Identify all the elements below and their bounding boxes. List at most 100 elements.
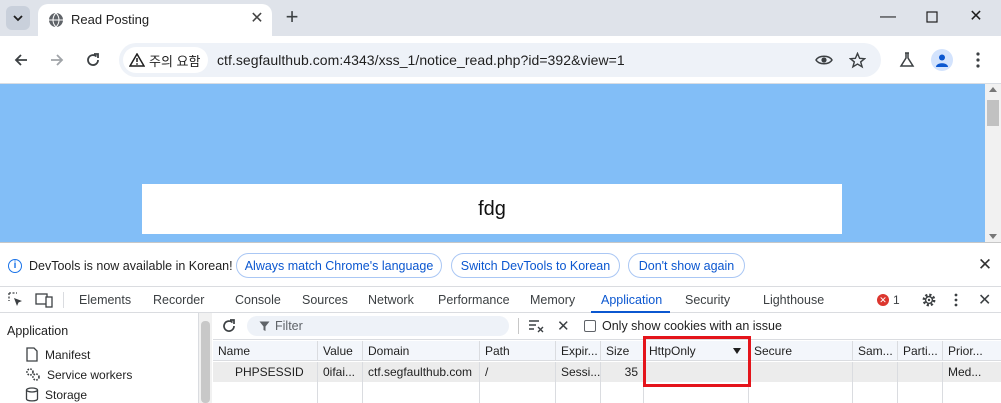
maximize-button[interactable] bbox=[921, 7, 943, 29]
close-window-button[interactable]: ✕ bbox=[965, 7, 987, 27]
reload-icon bbox=[87, 53, 99, 66]
settings-gear-icon[interactable] bbox=[921, 292, 937, 308]
infobar-message: DevTools is now available in Korean! bbox=[29, 259, 233, 273]
filter-funnel-icon bbox=[259, 321, 270, 331]
tab-network[interactable]: Network bbox=[368, 293, 414, 307]
issue-only-checkbox[interactable] bbox=[584, 320, 596, 332]
reload-button[interactable] bbox=[83, 50, 103, 70]
info-icon: i bbox=[8, 259, 22, 273]
error-count[interactable]: 1 bbox=[893, 293, 900, 307]
sidebar-item-service-workers[interactable]: Service workers bbox=[25, 367, 132, 382]
scroll-down-arrow[interactable] bbox=[989, 234, 997, 239]
toolbar-divider bbox=[518, 318, 519, 334]
close-devtools-icon[interactable]: ✕ bbox=[978, 290, 991, 310]
cell-partition[interactable] bbox=[898, 362, 943, 382]
cookie-filter-input[interactable]: Filter bbox=[247, 316, 509, 336]
application-sidebar: Application Manifest Service workers Sto… bbox=[0, 313, 198, 403]
column-header-secure[interactable]: Secure bbox=[749, 341, 853, 361]
tab-recorder[interactable]: Recorder bbox=[153, 293, 204, 307]
tab-performance[interactable]: Performance bbox=[438, 293, 510, 307]
cell-expires[interactable]: Sessi... bbox=[556, 362, 601, 382]
tab-console[interactable]: Console bbox=[235, 293, 281, 307]
column-divider bbox=[317, 382, 318, 403]
sidebar-item-storage[interactable]: Storage bbox=[25, 387, 87, 402]
forward-button[interactable] bbox=[47, 50, 67, 70]
sidebar-item-label: Service workers bbox=[47, 367, 133, 382]
gears-icon bbox=[26, 368, 40, 381]
switch-korean-button[interactable]: Switch DevTools to Korean bbox=[451, 253, 620, 278]
tab-application[interactable]: Application bbox=[601, 293, 662, 307]
inspect-element-icon[interactable] bbox=[8, 292, 24, 308]
tab-sources[interactable]: Sources bbox=[302, 293, 348, 307]
delete-selected-icon[interactable]: ✕ bbox=[557, 317, 570, 335]
column-header-expires[interactable]: Expir... bbox=[556, 341, 601, 361]
column-divider bbox=[479, 382, 480, 403]
column-header-name[interactable]: Name bbox=[213, 341, 318, 361]
cell-domain[interactable]: ctf.segfaulthub.com bbox=[363, 362, 480, 382]
security-label: 주의 요함 bbox=[149, 53, 201, 69]
cell-priority[interactable]: Med... bbox=[943, 362, 1001, 382]
devtools-menu-icon[interactable] bbox=[954, 292, 958, 308]
devtools-tabbar: Elements Recorder Console Sources Networ… bbox=[0, 287, 1001, 313]
column-header-path[interactable]: Path bbox=[480, 341, 556, 361]
browser-toolbar: 주의 요함 ctf.segfaulthub.com:4343/xss_1/not… bbox=[0, 36, 1001, 84]
devtools-infobar: i DevTools is now available in Korean! A… bbox=[0, 242, 1001, 287]
tab-security[interactable]: Security bbox=[685, 293, 730, 307]
tab-memory[interactable]: Memory bbox=[530, 293, 575, 307]
cell-value[interactable]: 0ifai... bbox=[318, 362, 363, 382]
column-header-size[interactable]: Size bbox=[601, 341, 644, 361]
tab-elements[interactable]: Elements bbox=[79, 293, 131, 307]
tab-lighthouse[interactable]: Lighthouse bbox=[763, 293, 824, 307]
tab-title: Read Posting bbox=[71, 12, 150, 27]
device-toolbar-icon[interactable] bbox=[35, 292, 53, 308]
dont-show-again-button[interactable]: Don't show again bbox=[628, 253, 745, 278]
sidebar-heading: Application bbox=[7, 324, 69, 338]
httponly-highlight-box bbox=[643, 336, 751, 387]
back-button[interactable] bbox=[11, 50, 31, 70]
infobar-close-icon[interactable]: ✕ bbox=[977, 256, 993, 274]
bookmark-star-icon[interactable] bbox=[848, 51, 866, 69]
scroll-thumb[interactable] bbox=[987, 100, 999, 126]
column-header-value[interactable]: Value bbox=[318, 341, 363, 361]
database-icon bbox=[25, 387, 39, 402]
column-header-priority[interactable]: Prior... bbox=[943, 341, 1001, 361]
error-icon[interactable]: ✕ bbox=[877, 294, 889, 306]
scroll-up-arrow[interactable] bbox=[989, 87, 997, 92]
address-bar[interactable]: 주의 요함 ctf.segfaulthub.com:4343/xss_1/not… bbox=[119, 43, 881, 77]
labs-flask-icon[interactable] bbox=[897, 50, 917, 70]
eye-icon[interactable] bbox=[815, 51, 833, 69]
refresh-icon[interactable] bbox=[221, 318, 237, 334]
cell-size[interactable]: 35 bbox=[601, 362, 644, 382]
browser-tab[interactable]: Read Posting ✕ bbox=[38, 4, 272, 36]
cell-name[interactable]: PHPSESSID bbox=[213, 362, 318, 382]
sidebar-item-label: Storage bbox=[45, 387, 88, 402]
minimize-button[interactable]: — bbox=[877, 7, 899, 27]
profile-avatar[interactable] bbox=[931, 49, 953, 71]
cookies-table: Name Value Domain Path Expir... Size Htt… bbox=[213, 340, 1001, 403]
web-page: fdg bbox=[0, 84, 985, 242]
menu-kebab-icon[interactable] bbox=[968, 50, 988, 70]
column-header-domain[interactable]: Domain bbox=[363, 341, 480, 361]
chevron-down-icon bbox=[13, 15, 23, 22]
match-language-button[interactable]: Always match Chrome's language bbox=[236, 253, 442, 278]
tab-close-icon[interactable]: ✕ bbox=[248, 11, 266, 27]
column-divider bbox=[897, 382, 898, 403]
sidebar-scrollbar[interactable] bbox=[198, 313, 212, 403]
clear-filtered-icon[interactable] bbox=[529, 319, 544, 333]
person-icon bbox=[936, 54, 948, 67]
column-divider bbox=[362, 382, 363, 403]
tab-search-button[interactable] bbox=[6, 6, 30, 30]
new-tab-button[interactable]: + bbox=[281, 6, 303, 28]
security-chip[interactable]: 주의 요함 bbox=[123, 47, 209, 73]
column-header-partition[interactable]: Parti... bbox=[898, 341, 943, 361]
sidebar-item-manifest[interactable]: Manifest bbox=[25, 347, 90, 362]
cell-secure[interactable] bbox=[749, 362, 853, 382]
tab-strip: Read Posting ✕ + — ✕ bbox=[0, 0, 1001, 36]
sidebar-scroll-thumb[interactable] bbox=[201, 321, 210, 403]
notice-content-box: fdg bbox=[142, 184, 842, 234]
cell-path[interactable]: / bbox=[480, 362, 556, 382]
column-header-samesite[interactable]: Sam... bbox=[853, 341, 898, 361]
cell-samesite[interactable] bbox=[853, 362, 898, 382]
issue-only-label: Only show cookies with an issue bbox=[602, 319, 782, 333]
page-scrollbar[interactable] bbox=[985, 84, 1001, 242]
